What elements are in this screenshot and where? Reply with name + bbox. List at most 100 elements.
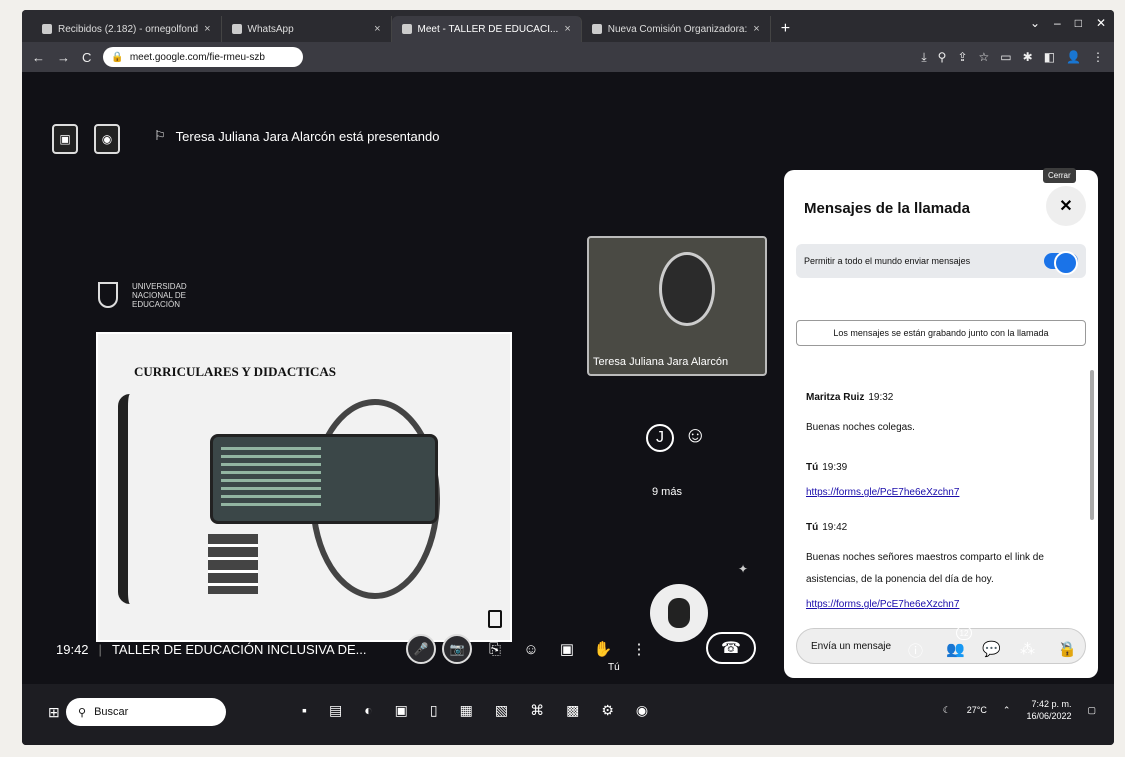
menu-icon[interactable]: ⋮ [1092,50,1104,65]
taskbar-search[interactable]: ⚲ Buscar [66,698,226,726]
page-icon [591,24,602,34]
slide-text-box [210,434,438,524]
system-tray: ☾ 27°C ⌃ 7:42 p. m. 16/06/2022 ▢ [943,698,1096,722]
presenting-banner: ⚐ Teresa Juliana Jara Alarcón está prese… [154,128,439,144]
back-button[interactable]: ← [32,50,45,65]
tab-search-icon[interactable]: ⌄ [1030,16,1040,30]
captions-button[interactable]: ⎘ [480,634,510,664]
present-icon: ⚐ [154,128,166,143]
books-illustration [208,534,258,594]
pin-icon[interactable]: ✦ [738,562,748,576]
app-icon[interactable]: ⌘ [530,702,544,719]
chat-scrollbar[interactable] [1090,370,1094,520]
message-link[interactable]: https://forms.gle/PcE7he6eXzchn7 [806,487,1076,498]
forward-button[interactable]: → [57,50,70,65]
excel-icon[interactable]: ▦ [460,702,473,719]
chrome-icon[interactable]: ◉ [636,702,648,719]
record-indicator-icon[interactable]: ◉ [94,124,120,154]
message-link[interactable]: https://forms.gle/PcE7he6eXzchn7 [806,599,1076,610]
people-button[interactable]: 👥 [946,640,965,658]
cast-icon[interactable]: ▭ [1000,50,1011,65]
participant-video [659,252,715,326]
tab-meet[interactable]: Meet - TALLER DE EDUCACI... × [391,16,582,42]
close-chat-button[interactable]: ✕ [1046,186,1086,226]
participant-tile[interactable]: Teresa Juliana Jara Alarcón [587,236,767,376]
file-explorer-icon[interactable]: ▤ [329,702,342,719]
window-controls: ⌄ – □ ✕ [1030,16,1106,30]
zoom-icon[interactable]: ⚲ [938,50,947,65]
activities-button[interactable]: ⁂ [1020,640,1035,658]
search-icon: ⚲ [78,706,87,719]
network-icon[interactable]: ⌃ [1003,705,1011,716]
slide-title: CURRICULARES Y DIDACTICAS [134,364,337,379]
chat-button[interactable]: 💬 [982,640,1001,658]
meet-controls: 19:42 | TALLER DE EDUCACIÓN INCLUSIVA DE… [22,622,1114,684]
chat-title: Mensajes de la llamada [804,200,970,217]
close-icon[interactable]: × [753,23,759,35]
info-button[interactable]: ⓘ [908,640,923,661]
new-tab-button[interactable]: + [771,20,800,42]
allow-messages-toggle[interactable] [1044,251,1078,275]
weather-icon[interactable]: ☾ [943,705,951,716]
maximize-button[interactable]: □ [1075,16,1082,30]
profile-icon[interactable]: 👤 [1066,50,1081,65]
screen: Recibidos (2.182) - ornegolfond × WhatsAp… [22,10,1114,745]
lock-icon: 🔒 [111,51,124,63]
close-window-button[interactable]: ✕ [1096,16,1106,30]
clock-time: 7:42 p. m. [1031,699,1072,709]
present-button[interactable]: ▣ [552,634,582,664]
message-author: Tú [806,462,819,473]
tab-gmail[interactable]: Recibidos (2.182) - ornegolfond × [32,16,222,42]
minimize-button[interactable]: – [1054,16,1061,30]
reload-button[interactable]: C [82,50,91,65]
raise-hand-button[interactable]: ✋ [588,634,618,664]
toolbar-icons: ⤓ ⚲ ⇪ ☆ ▭ ✱ ◧ 👤 ⋮ [921,50,1104,65]
chat-message: Maritza Ruiz 19:32 Buenas noches colegas. [806,392,1076,439]
windows-taskbar: ⊞ ⚲ Buscar ▪ ▤ ◐ ▣ ▯ ▦ ▧ ⌘ ▩ ⚙ ◉ ☾ 27°C ⌃… [22,684,1114,745]
store-icon[interactable]: ▣ [395,702,408,719]
word-icon[interactable]: ▯ [430,702,438,719]
chat-panel: Mensajes de la llamada ✕ Permitir a todo… [784,170,1098,678]
message-time: 19:42 [822,522,848,533]
people-count-badge: 12 [956,626,972,640]
mic-toggle-button[interactable]: 🎤 [406,634,436,664]
bookmark-icon[interactable]: ☆ [979,50,990,65]
host-controls-button[interactable]: 🔒 [1058,640,1077,658]
whatsapp-icon [231,24,242,34]
url-text: meet.google.com/fie-rmeu-szb [129,51,265,63]
share-icon[interactable]: ⇪ [957,50,967,65]
message-time: 19:39 [822,462,848,473]
gmail-icon [42,24,52,34]
presentation-layout-button[interactable]: ▣ [52,124,78,154]
close-icon[interactable]: × [564,23,570,35]
windows-start-icon[interactable]: ⊞ [48,704,60,721]
meeting-name: TALLER DE EDUCACIÓN INCLUSIVA DE... [111,642,367,657]
extensions-icon[interactable]: ✱ [1023,50,1033,65]
emoji-button[interactable]: ☺ [516,634,546,664]
close-icon[interactable]: × [374,23,380,35]
camera-toggle-button[interactable]: 📷 [442,634,472,664]
taskview-icon[interactable]: ▪ [302,702,307,719]
address-bar[interactable]: 🔒 meet.google.com/fie-rmeu-szb [103,47,304,67]
powerpoint-icon[interactable]: ▧ [495,702,508,719]
close-icon[interactable]: × [204,23,210,35]
download-icon[interactable]: ⤓ [921,50,926,65]
settings-icon[interactable]: ⚙ [601,702,614,719]
allow-messages-row: Permitir a todo el mundo enviar mensajes [796,244,1086,278]
tab-comision[interactable]: Nueva Comisión Organizadora: × [582,16,771,42]
participant-avatar-icon[interactable]: ☺ [684,422,706,448]
teacher-illustration [118,394,168,604]
clock[interactable]: 7:42 p. m. 16/06/2022 [1026,698,1071,722]
more-options-button[interactable]: ⋮ [624,634,654,664]
slide-text-lines [221,447,321,507]
more-participants[interactable]: 9 más [652,486,682,498]
participant-avatar-j[interactable]: J [646,424,674,452]
message-author: Maritza Ruiz [806,392,865,403]
browser-tab-bar: Recibidos (2.182) - ornegolfond × WhatsAp… [22,10,1114,42]
edge-icon[interactable]: ◐ [364,702,372,719]
photos-icon[interactable]: ▩ [566,702,579,719]
tab-whatsapp[interactable]: WhatsApp × [222,16,392,42]
notifications-icon[interactable]: ▢ [1087,705,1096,716]
sidepanel-icon[interactable]: ◧ [1044,50,1055,65]
end-call-button[interactable]: ☎ [706,632,756,664]
